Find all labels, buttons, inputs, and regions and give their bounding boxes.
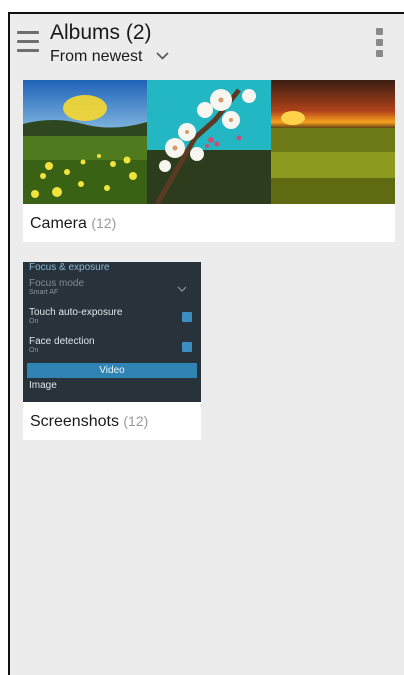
- album-camera[interactable]: Camera (12): [23, 80, 395, 242]
- preview-row-sub: On: [29, 347, 39, 354]
- thumbnail-image: [271, 80, 395, 204]
- sort-dropdown[interactable]: From newest: [50, 48, 170, 66]
- preview-row-label: Touch auto-exposure: [29, 307, 123, 318]
- album-screenshots[interactable]: Focus & exposure Focus mode Smart AF Tou…: [23, 262, 201, 440]
- page-title: Albums (2): [50, 21, 152, 44]
- chevron-down-icon: [177, 286, 187, 292]
- more-options-icon[interactable]: [376, 26, 384, 60]
- album-count: (12): [123, 413, 149, 429]
- album-name: Camera: [30, 215, 87, 232]
- album-count: (12): [91, 215, 117, 231]
- menu-icon[interactable]: [17, 28, 39, 54]
- preview-row-label: Focus mode: [29, 278, 85, 289]
- screenshot-thumbnail: Focus & exposure Focus mode Smart AF Tou…: [23, 262, 201, 402]
- sort-label: From newest: [50, 48, 143, 65]
- chevron-down-icon: [156, 52, 170, 60]
- preview-row-sub: On: [29, 318, 39, 325]
- checkbox-icon: [182, 342, 192, 352]
- gallery-screen: Albums (2) From newest Camera (12) Focus…: [8, 12, 404, 675]
- album-name: Screenshots: [30, 413, 119, 430]
- preview-row-sub: Smart AF: [29, 289, 59, 296]
- preview-row-label: Face detection: [29, 336, 95, 347]
- album-thumbnails: [23, 80, 395, 204]
- preview-image-label: Image: [29, 380, 57, 391]
- thumbnail-image: [147, 80, 271, 204]
- thumbnail-image: [23, 80, 147, 204]
- preview-section-title: Focus & exposure: [29, 262, 110, 273]
- preview-video-bar: Video: [27, 363, 197, 378]
- checkbox-icon: [182, 312, 192, 322]
- app-bar: Albums (2) From newest: [10, 14, 404, 84]
